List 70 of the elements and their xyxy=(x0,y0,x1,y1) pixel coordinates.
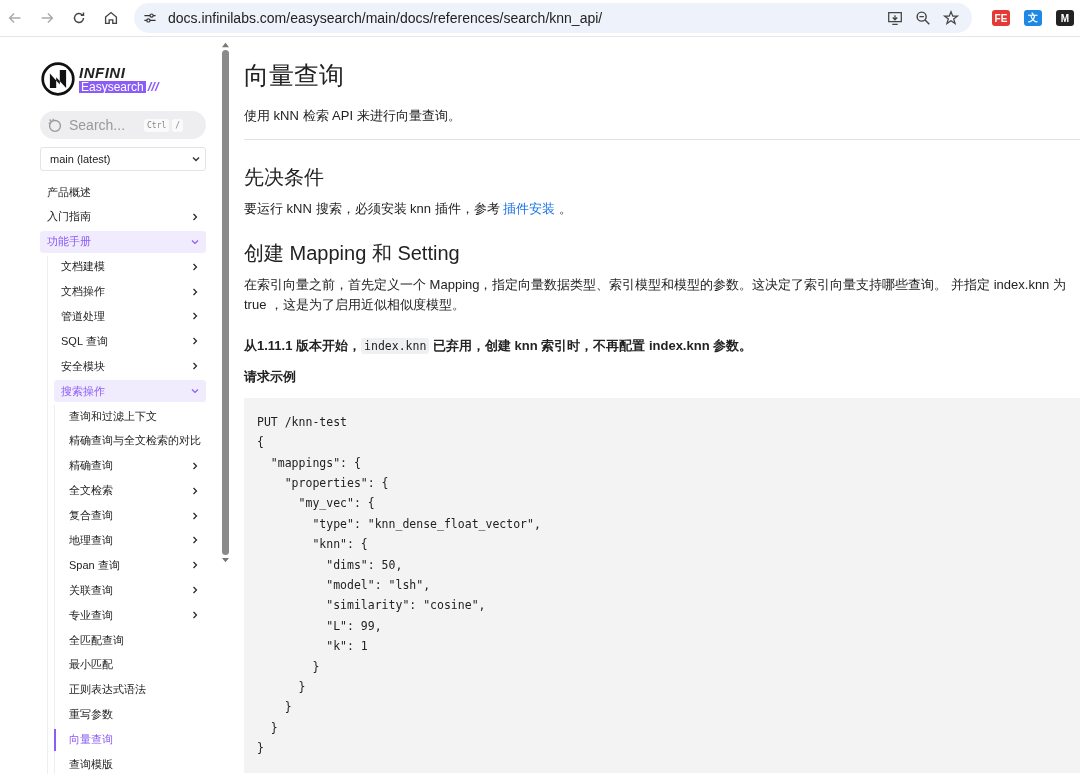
nav-item[interactable]: SQL 查询 xyxy=(54,330,206,353)
site-settings-icon[interactable] xyxy=(142,10,158,26)
chevron-icon xyxy=(190,211,200,222)
logo-slashes: /// xyxy=(147,80,159,93)
scroll-up-icon[interactable] xyxy=(220,41,230,48)
nav-item[interactable]: 安全模块 xyxy=(54,355,206,378)
nav-item[interactable]: 查询模版 xyxy=(62,753,206,774)
chevron-icon xyxy=(190,336,200,347)
example-title: 请求示例 xyxy=(244,368,297,386)
url-text: docs.infinilabs.com/easysearch/main/docs/references/search/knn_api/ xyxy=(168,10,604,26)
chevron-icon xyxy=(190,560,200,571)
nav-item[interactable]: 向量查询 xyxy=(54,728,206,751)
extension-button[interactable]: FE xyxy=(992,10,1010,26)
nav-item[interactable]: 全匹配查询 xyxy=(62,629,206,652)
nav-item[interactable]: 功能手册 xyxy=(40,230,206,253)
chevron-icon xyxy=(190,485,200,496)
chevron-icon xyxy=(190,311,200,322)
nav-item[interactable]: Span 查询 xyxy=(62,554,206,577)
deprecation-note: 从1.11.1 版本开始， index.knn 已弃用，创建 knn 索引时，不再配置 index.knn 参数。 xyxy=(244,337,754,357)
nav-item[interactable]: 最小匹配 xyxy=(62,653,206,676)
nav-item[interactable]: 地理查询 xyxy=(62,529,206,552)
nav-item[interactable]: 专业查询 xyxy=(62,604,206,627)
chevron-icon xyxy=(191,154,201,164)
chevron-icon xyxy=(190,510,200,521)
nav-item[interactable]: 精确查询与全文检索的对比 xyxy=(62,429,206,452)
home-icon[interactable] xyxy=(102,9,120,27)
chevron-icon xyxy=(190,361,200,372)
nav-item[interactable]: 管道处理 xyxy=(54,305,206,328)
nav-item[interactable]: 正则表达式语法 xyxy=(62,678,206,701)
nav-item[interactable]: 全文检索 xyxy=(62,479,206,502)
logo-product: Easysearch xyxy=(79,80,146,93)
intro-paragraph: 使用 kNN 检索 API 来进行向量查询。 xyxy=(244,107,462,125)
code-block: PUT /knn-test { "mappings": { "properties": { "my_vec": { "type": "knn_dense_float_vector", "knn": { "dims": 50, "model": "lsh", "similarity": "cosine", "L": 99, "k": 1 } } } } } xyxy=(244,397,1080,773)
chevron-icon xyxy=(190,610,200,621)
nav-item[interactable]: 文档建模 xyxy=(54,255,206,278)
nav-item[interactable]: 关联查询 xyxy=(62,579,206,602)
search-field[interactable]: Search... Ctrl / xyxy=(40,111,206,139)
nav-item[interactable]: 复合查询 xyxy=(62,504,206,527)
extension-button[interactable]: M xyxy=(1056,10,1074,26)
shortcut-key: Ctrl xyxy=(144,118,170,132)
logo-icon xyxy=(40,61,76,97)
nav-item[interactable]: 重写参数 xyxy=(62,703,206,726)
chevron-icon xyxy=(190,585,200,596)
paragraph: 要运行 kNN 搜索，必须安装 knn 插件，参考 插件安装 。 xyxy=(244,199,573,218)
zoom-icon[interactable] xyxy=(914,9,932,27)
nav-item[interactable]: 精确查询 xyxy=(62,454,206,477)
paragraph: 在索引向量之前，首先定义一个 Mapping，指定向量数据类型、索引模型和模型的参数。这决定了索引向量支持哪些查询。 并指定 index.knn 为 true ，这是为了启用近似相似度模型。 xyxy=(244,275,1067,315)
install-link[interactable]: 插件安装 xyxy=(503,200,556,216)
logo-brand: INFINI xyxy=(79,65,127,80)
address-bar[interactable]: docs.infinilabs.com/easysearch/main/docs/references/search/knn_api/ xyxy=(134,3,972,33)
page-title: 向量查询 xyxy=(244,60,345,91)
install-icon[interactable] xyxy=(886,9,904,27)
nav-item[interactable]: 搜索操作 xyxy=(54,380,206,403)
section-heading: 先决条件 xyxy=(244,164,325,190)
nav-item[interactable]: 文档操作 xyxy=(54,280,206,303)
chevron-icon xyxy=(190,261,200,272)
chevron-icon xyxy=(190,460,200,471)
search-input[interactable]: Search... xyxy=(67,116,141,134)
nav-item[interactable]: 查询和过滤上下文 xyxy=(62,405,206,427)
chevron-icon xyxy=(190,535,200,546)
version-select[interactable]: main (latest) xyxy=(40,147,206,171)
scroll-down-icon[interactable] xyxy=(220,557,230,564)
search-icon xyxy=(46,116,64,134)
shortcut-key: / xyxy=(172,118,184,132)
nav-item[interactable]: 产品概述 xyxy=(40,181,206,203)
extension-button[interactable]: 文 xyxy=(1024,10,1042,26)
section-heading: 创建 Mapping 和 Setting xyxy=(244,240,461,266)
chevron-icon xyxy=(190,286,200,297)
star-icon[interactable] xyxy=(942,9,960,27)
nav-item[interactable]: 入门指南 xyxy=(40,205,206,228)
